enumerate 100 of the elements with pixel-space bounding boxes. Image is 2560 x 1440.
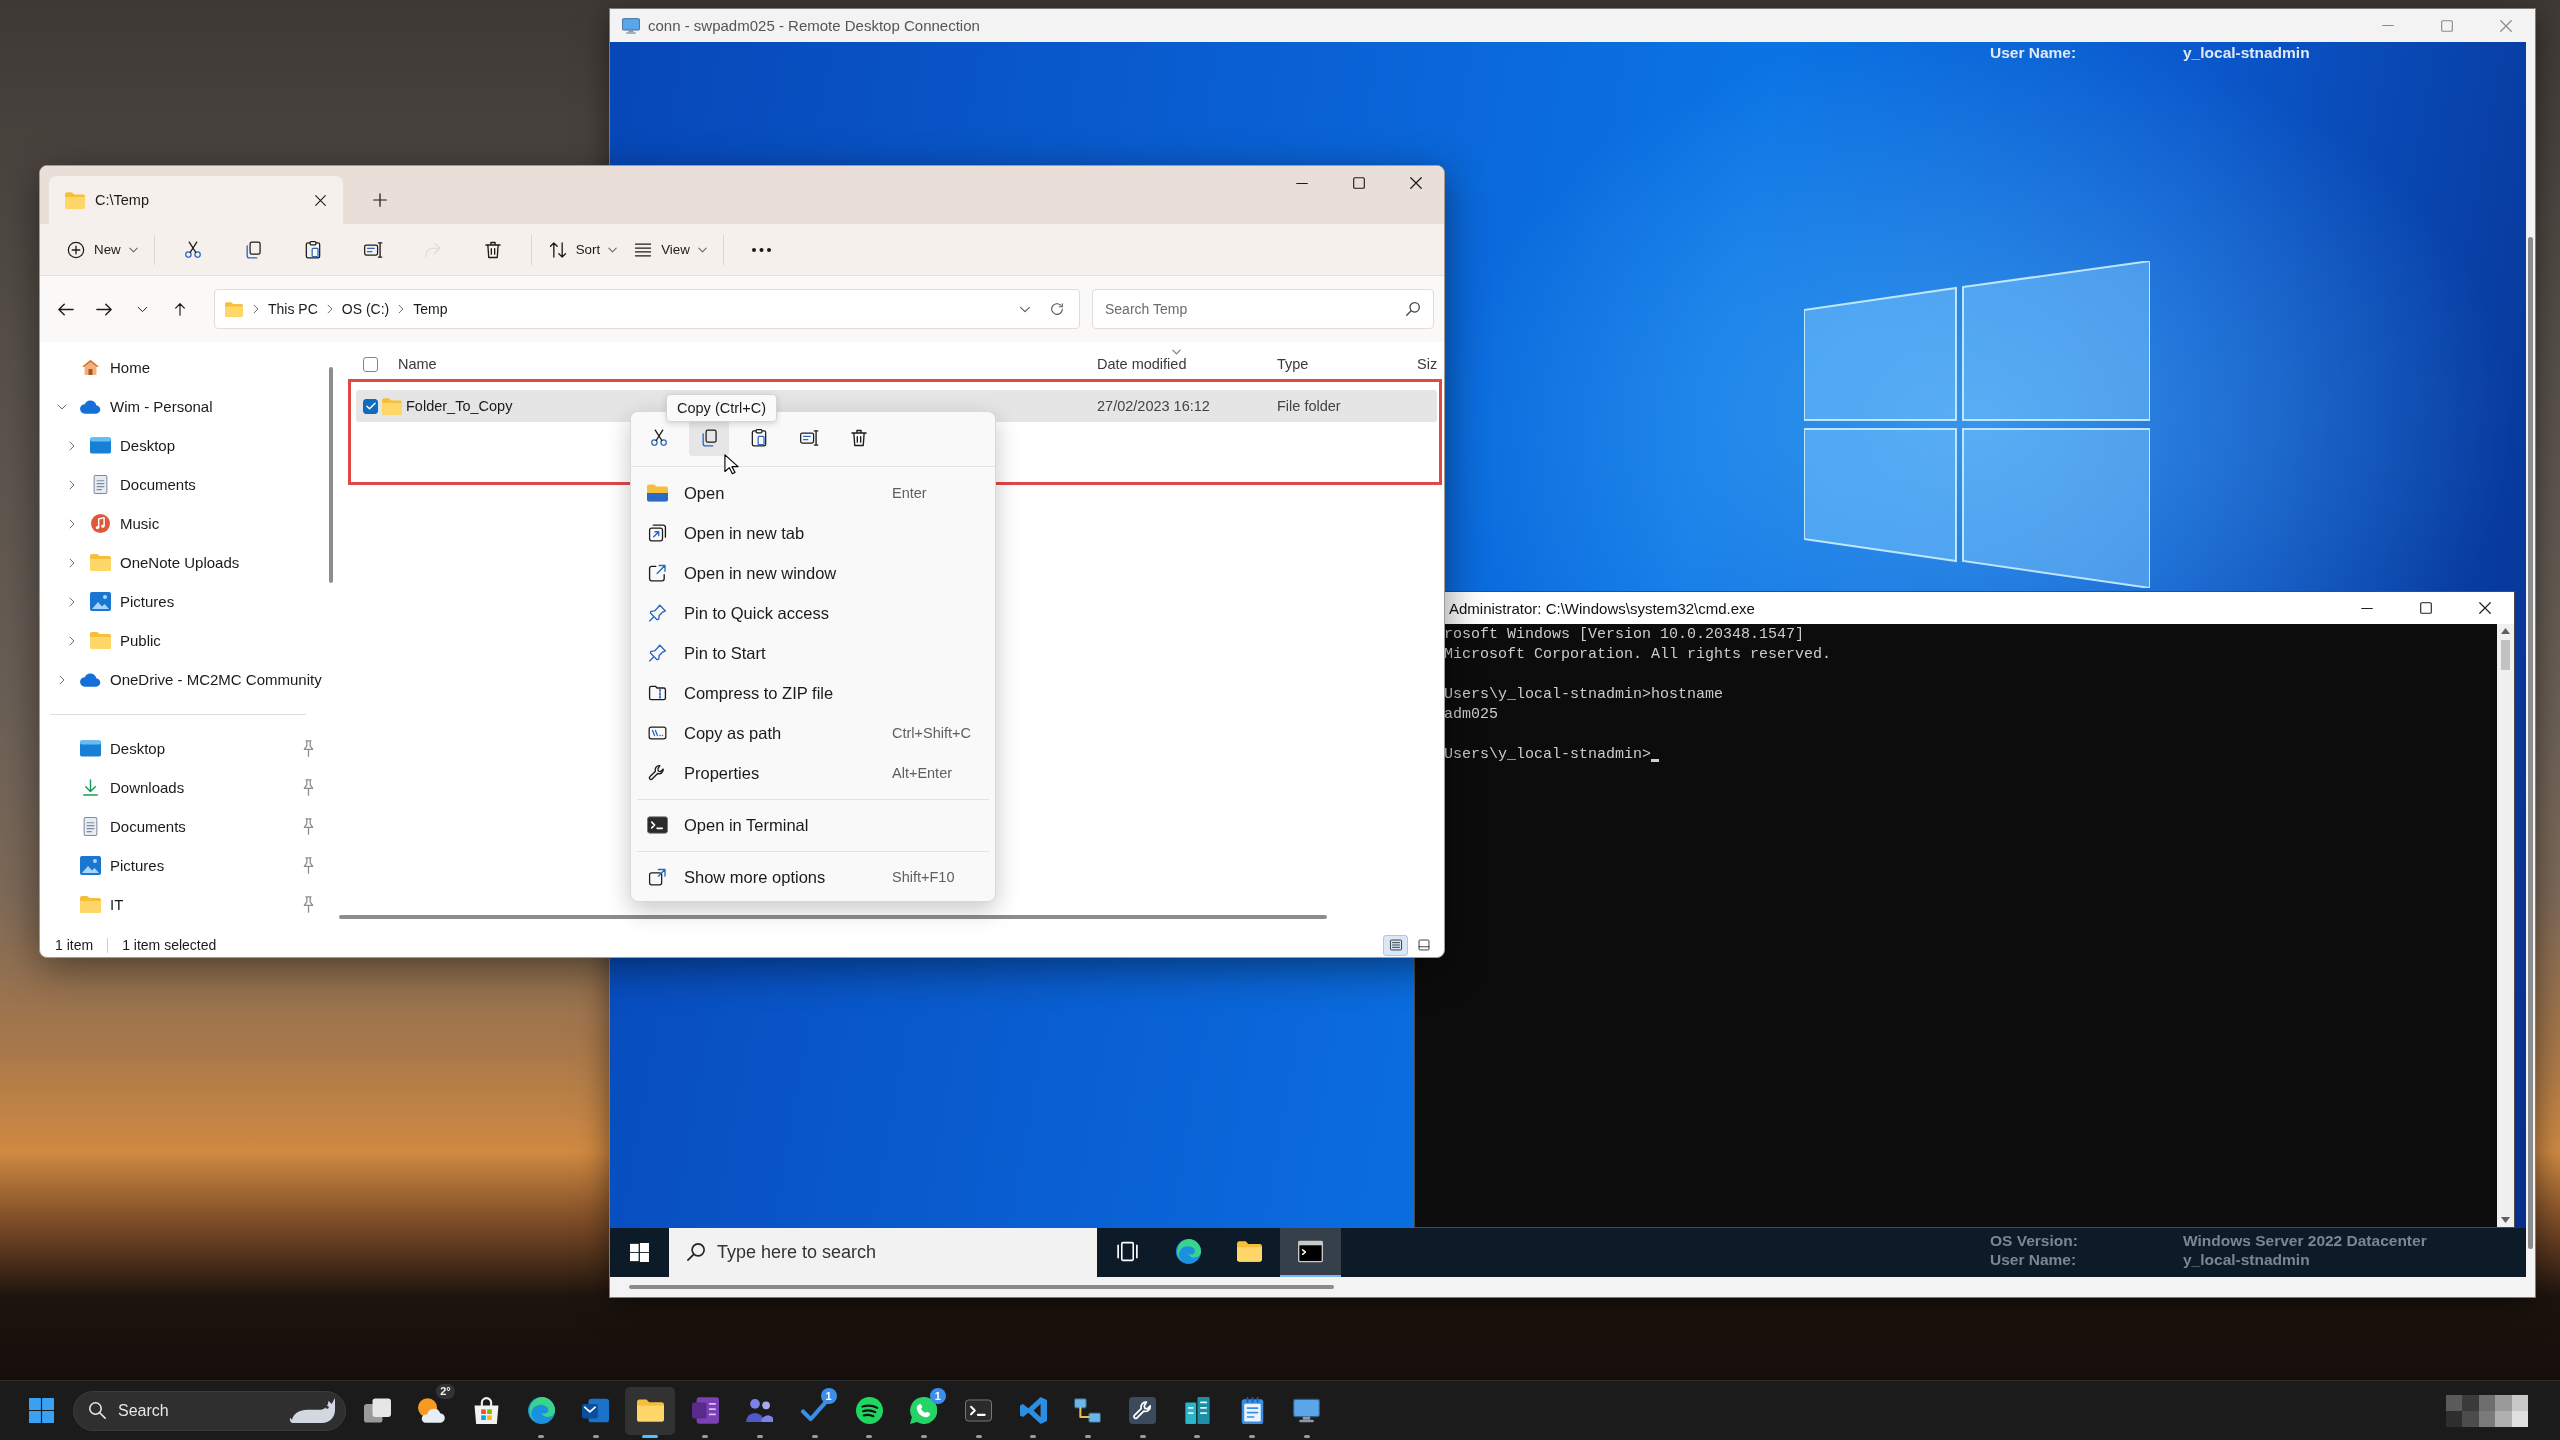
sidebar-item[interactable]: Documents <box>90 469 196 500</box>
breadcrumb[interactable]: This PC <box>265 299 321 319</box>
chevron-right-icon[interactable] <box>67 518 77 529</box>
people-icon <box>746 1397 774 1424</box>
console-window-icon <box>1298 1239 1323 1264</box>
search-field[interactable]: Search Temp <box>1092 289 1434 329</box>
scrollbar-thumb[interactable] <box>339 915 1327 919</box>
scrollbar-thumb[interactable] <box>629 1285 1334 1289</box>
copy-button[interactable] <box>689 420 729 456</box>
menu-item[interactable]: Open in Terminal <box>631 805 995 845</box>
tab[interactable]: C:\Temp <box>49 176 343 224</box>
pin-icon[interactable] <box>303 896 314 913</box>
up-arrow-icon <box>172 302 188 316</box>
chevron-right-icon[interactable] <box>398 304 405 314</box>
new-button[interactable]: New <box>58 229 146 270</box>
menu-item[interactable]: Open Enter <box>631 473 995 513</box>
sidebar-item[interactable]: IT <box>80 889 124 920</box>
sidebar-item[interactable]: Documents <box>80 811 186 842</box>
sidebar-item[interactable]: Music <box>90 508 160 539</box>
plus-icon <box>373 193 387 207</box>
chevron-right-icon[interactable] <box>67 479 77 490</box>
sidebar-item[interactable]: Desktop <box>80 733 166 764</box>
pin-icon[interactable] <box>303 740 314 757</box>
sidebar-item[interactable]: Public <box>90 625 161 656</box>
refresh-icon <box>1051 303 1063 315</box>
chevron-right-icon[interactable] <box>326 304 333 314</box>
search-field[interactable]: Type here to search <box>669 1228 1097 1277</box>
chevron-right-icon[interactable] <box>67 557 77 568</box>
house-icon <box>80 358 101 377</box>
minimize-icon <box>2360 606 2373 610</box>
chevron-down-icon <box>1019 305 1031 313</box>
vertical-scrollbar[interactable] <box>2497 624 2514 1227</box>
checkbox[interactable] <box>363 398 378 414</box>
chevron-down-icon <box>136 305 148 313</box>
chevron-right-icon[interactable] <box>57 674 67 685</box>
menu-item[interactable]: Pin to Quick access <box>631 593 995 633</box>
menu-item[interactable]: Pin to Start <box>631 633 995 673</box>
menu-item[interactable]: Compress to ZIP file <box>631 673 995 713</box>
document-icon <box>80 817 101 836</box>
details-view-button[interactable] <box>1383 934 1408 956</box>
menu-item[interactable]: Properties Alt+Enter <box>631 753 995 793</box>
column-header[interactable]: Name <box>398 348 437 380</box>
sidebar-item[interactable]: Wim - Personal <box>80 391 213 422</box>
sidebar-item[interactable]: Desktop <box>90 430 176 461</box>
picture-icon <box>80 856 101 875</box>
breadcrumb[interactable]: OS (C:) <box>338 299 393 319</box>
picture-icon <box>90 592 111 611</box>
notebook-icon <box>691 1397 719 1424</box>
sidebar-item[interactable]: OneNote Uploads <box>90 547 240 578</box>
taskbar-button[interactable] <box>625 1386 676 1435</box>
down-arrow-icon[interactable] <box>2501 1217 2510 1223</box>
sort-button[interactable]: Sort <box>539 229 626 270</box>
pin-icon[interactable] <box>303 779 314 796</box>
notification-badge: 1 <box>820 1387 837 1404</box>
view-button[interactable]: View <box>625 229 715 270</box>
checkbox[interactable] <box>363 356 378 372</box>
download-arrow-icon <box>80 778 101 797</box>
column-header[interactable]: Type <box>1277 348 1309 380</box>
chevron-right-icon[interactable] <box>67 596 77 607</box>
rename-icon <box>799 428 819 448</box>
pin-icon[interactable] <box>303 857 314 874</box>
folder-icon <box>90 631 111 650</box>
up-arrow-icon[interactable] <box>2501 628 2510 634</box>
menu-item[interactable]: Show more options Shift+F10 <box>631 857 995 897</box>
sidebar-item[interactable]: Pictures <box>80 850 165 881</box>
chevron-right-icon[interactable] <box>253 304 259 314</box>
column-header[interactable]: Date modified <box>1097 348 1187 380</box>
folder-icon <box>80 895 101 914</box>
swirl-circle-icon <box>527 1397 555 1424</box>
envelope-icon <box>582 1397 610 1424</box>
maximize-icon <box>2440 19 2453 32</box>
folder-icon <box>1237 1239 1262 1264</box>
scrollbar-thumb[interactable] <box>329 367 333 583</box>
menu-item[interactable]: Open in new window <box>631 553 995 593</box>
taskbar-button[interactable] <box>1280 1228 1341 1277</box>
menu-item[interactable]: Copy as path Ctrl+Shift+C <box>631 713 995 753</box>
chevron-right-icon[interactable] <box>67 635 77 646</box>
breadcrumb[interactable]: Temp <box>410 299 451 319</box>
address-bar[interactable]: This PC OS (C:) Temp <box>214 289 1080 329</box>
notification-badge: 1 <box>929 1387 946 1404</box>
close-icon <box>1409 177 1422 189</box>
sidebar-item[interactable]: OneDrive - MC2MC Community <box>80 664 322 695</box>
chevron-right-icon[interactable] <box>67 440 77 451</box>
sun-cloud-icon <box>418 1397 446 1424</box>
sidebar-item[interactable]: Downloads <box>80 772 185 803</box>
search-button[interactable]: Search <box>73 1390 346 1431</box>
console-line: adm025 <box>1444 705 1498 725</box>
sidebar-item[interactable]: Home <box>80 352 150 383</box>
pin-icon[interactable] <box>303 818 314 835</box>
zip-folder-icon <box>647 683 668 703</box>
folder-icon <box>225 301 243 317</box>
stacked-squares-icon <box>363 1397 391 1424</box>
column-header[interactable]: Siz <box>1417 348 1438 380</box>
scrollbar-thumb[interactable] <box>2528 237 2533 1249</box>
sidebar-item[interactable]: Pictures <box>90 586 175 617</box>
pushpin-icon <box>647 603 668 623</box>
minimize-icon <box>1295 181 1308 185</box>
scrollbar-thumb[interactable] <box>2501 640 2510 670</box>
wrench-tile-icon <box>1129 1397 1157 1424</box>
menu-item[interactable]: Open in new tab <box>631 513 995 553</box>
